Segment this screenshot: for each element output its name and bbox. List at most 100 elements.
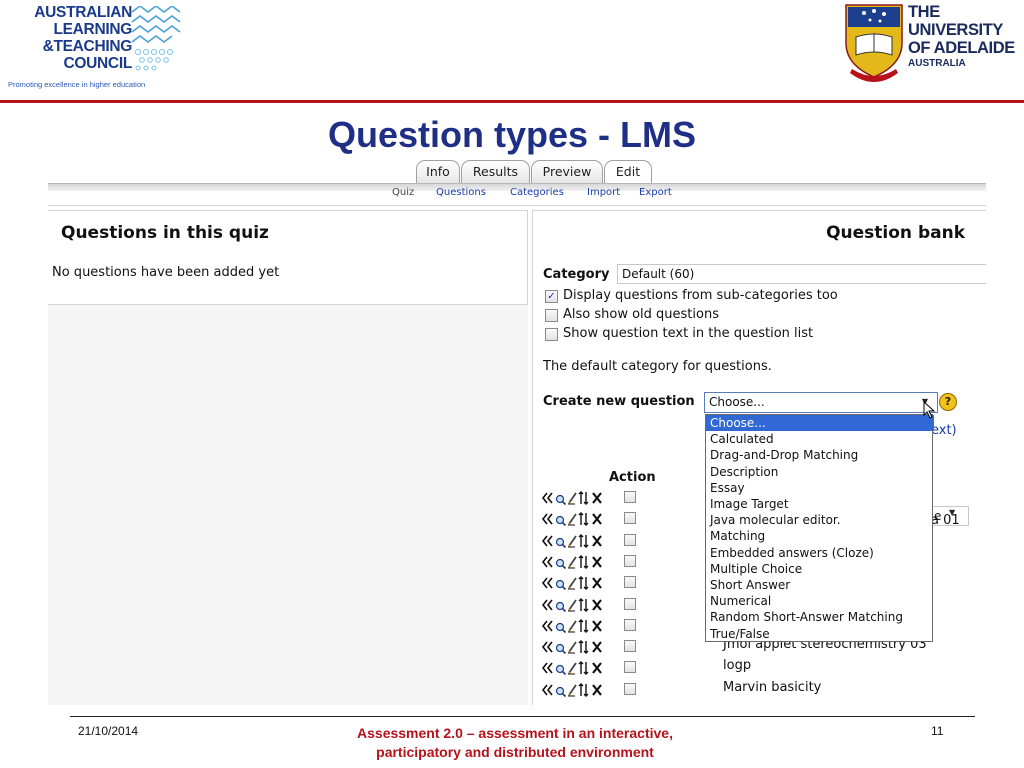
delete-icon: [592, 577, 602, 589]
preview-icon: [555, 537, 567, 548]
question-action-icons[interactable]: [541, 573, 613, 593]
question-select-checkbox[interactable]: [624, 597, 636, 610]
tab-results[interactable]: Results: [461, 160, 530, 183]
edit-subnav: Quiz Questions Categories Import Export: [48, 187, 986, 203]
preview-icon: [555, 665, 567, 676]
subnav-quiz: Quiz: [392, 187, 415, 198]
move-icon: [578, 512, 589, 527]
move-to-quiz-icon: [541, 577, 553, 589]
preview-icon: [555, 622, 567, 633]
move-to-quiz-icon: [541, 641, 553, 653]
question-text-checkbox[interactable]: [545, 328, 558, 341]
question-select-checkbox[interactable]: [624, 554, 636, 567]
university-crest-icon: [845, 4, 903, 82]
footer-divider: [70, 716, 975, 717]
subnav-categories[interactable]: Categories: [510, 187, 564, 198]
dropdown-option[interactable]: Embedded answers (Cloze): [706, 545, 934, 561]
footer-title-line-1: Assessment 2.0 – assessment in an intera…: [357, 725, 673, 741]
edit-icon: [568, 577, 577, 590]
question-select-checkbox[interactable]: [624, 576, 636, 589]
dropdown-option[interactable]: Essay: [706, 480, 934, 496]
slide-title: Question types - LMS: [327, 114, 697, 155]
tab-preview[interactable]: Preview: [531, 160, 603, 183]
edit-icon: [568, 641, 577, 654]
move-icon: [578, 554, 589, 569]
partial-link-text[interactable]: ext): [931, 423, 957, 438]
question-select-checkbox[interactable]: [624, 661, 636, 674]
question-select-checkbox[interactable]: [624, 512, 636, 525]
dropdown-option[interactable]: True/False: [706, 626, 934, 642]
move-icon: [578, 682, 589, 697]
move-icon: [578, 640, 589, 655]
move-icon: [578, 618, 589, 633]
question-select-checkbox[interactable]: [624, 682, 636, 695]
move-to-quiz-icon: [541, 556, 553, 568]
question-action-icons[interactable]: [541, 637, 613, 657]
preview-icon: [555, 601, 567, 612]
category-select[interactable]: Default (60): [617, 264, 986, 284]
move-to-quiz-icon: [541, 535, 553, 547]
edit-icon: [568, 492, 577, 505]
preview-icon: [555, 686, 567, 697]
dropdown-option[interactable]: Description: [706, 464, 934, 480]
question-select-checkbox[interactable]: [624, 533, 636, 546]
subnav-import[interactable]: Import: [587, 187, 620, 198]
dropdown-option[interactable]: Random Short-Answer Matching: [706, 609, 934, 625]
tab-edit[interactable]: Edit: [604, 160, 652, 183]
question-bank-panel: Question bank Category Default (60) ✓ Di…: [532, 210, 986, 705]
question-action-icons[interactable]: [541, 509, 613, 529]
preview-icon: [555, 516, 567, 527]
edit-icon: [568, 535, 577, 548]
question-action-icons[interactable]: [541, 552, 613, 572]
dropdown-option[interactable]: Calculated: [706, 431, 934, 447]
move-to-quiz-icon: [541, 492, 553, 504]
page-number: 11: [931, 724, 944, 738]
university-name: THE UNIVERSITY OF ADELAIDE AUSTRALIA: [908, 3, 1024, 70]
tab-info[interactable]: Info: [416, 160, 460, 183]
question-select-checkbox[interactable]: [624, 618, 636, 631]
altc-line-4: COUNCIL: [63, 55, 132, 72]
altc-tagline: Promoting excellence in higher education: [8, 80, 146, 89]
question-action-icons[interactable]: [541, 680, 613, 700]
create-new-question-select[interactable]: Choose...: [704, 392, 938, 413]
dropdown-option[interactable]: Java molecular editor.: [706, 512, 934, 528]
delete-icon: [592, 492, 602, 504]
footer-date: 21/10/2014: [78, 724, 139, 738]
dropdown-option[interactable]: Multiple Choice: [706, 561, 934, 577]
edit-icon: [568, 662, 577, 675]
question-action-icons[interactable]: [541, 595, 613, 615]
question-action-icons[interactable]: [541, 616, 613, 636]
dropdown-option[interactable]: Choose...: [706, 415, 934, 431]
edit-icon: [568, 620, 577, 633]
question-select-checkbox[interactable]: [624, 640, 636, 653]
header-divider: [0, 100, 1024, 103]
university-name-line-3: AUSTRALIA: [908, 58, 966, 69]
preview-icon: [555, 494, 567, 506]
question-bank-title: Question bank: [826, 223, 965, 243]
edit-icon: [568, 556, 577, 569]
move-icon: [578, 576, 589, 591]
subnav-questions[interactable]: Questions: [436, 187, 486, 198]
delete-icon: [592, 534, 602, 547]
dropdown-option[interactable]: Short Answer: [706, 577, 934, 593]
move-to-quiz-icon: [541, 620, 553, 632]
dropdown-option[interactable]: Image Target: [706, 496, 934, 512]
altc-line-1: AUSTRALIAN: [34, 4, 132, 21]
question-action-icons[interactable]: [541, 658, 613, 678]
subnav-divider: [48, 205, 986, 206]
move-to-quiz-icon: [541, 662, 553, 674]
dropdown-option[interactable]: Matching: [706, 528, 934, 544]
question-select-checkbox[interactable]: [624, 491, 636, 503]
dropdown-option[interactable]: Numerical: [706, 593, 934, 609]
subnav-export[interactable]: Export: [639, 187, 672, 198]
questions-in-quiz-title: Questions in this quiz: [61, 223, 269, 243]
help-icon[interactable]: ?: [939, 393, 957, 411]
question-action-icons[interactable]: [541, 488, 613, 508]
delete-icon: [592, 662, 602, 675]
old-questions-checkbox[interactable]: [545, 309, 558, 322]
subcategories-checkbox[interactable]: ✓: [545, 290, 558, 303]
move-to-quiz-icon: [541, 684, 553, 696]
edit-icon: [568, 684, 577, 697]
question-action-icons[interactable]: [541, 531, 613, 551]
dropdown-option[interactable]: Drag-and-Drop Matching: [706, 447, 934, 463]
